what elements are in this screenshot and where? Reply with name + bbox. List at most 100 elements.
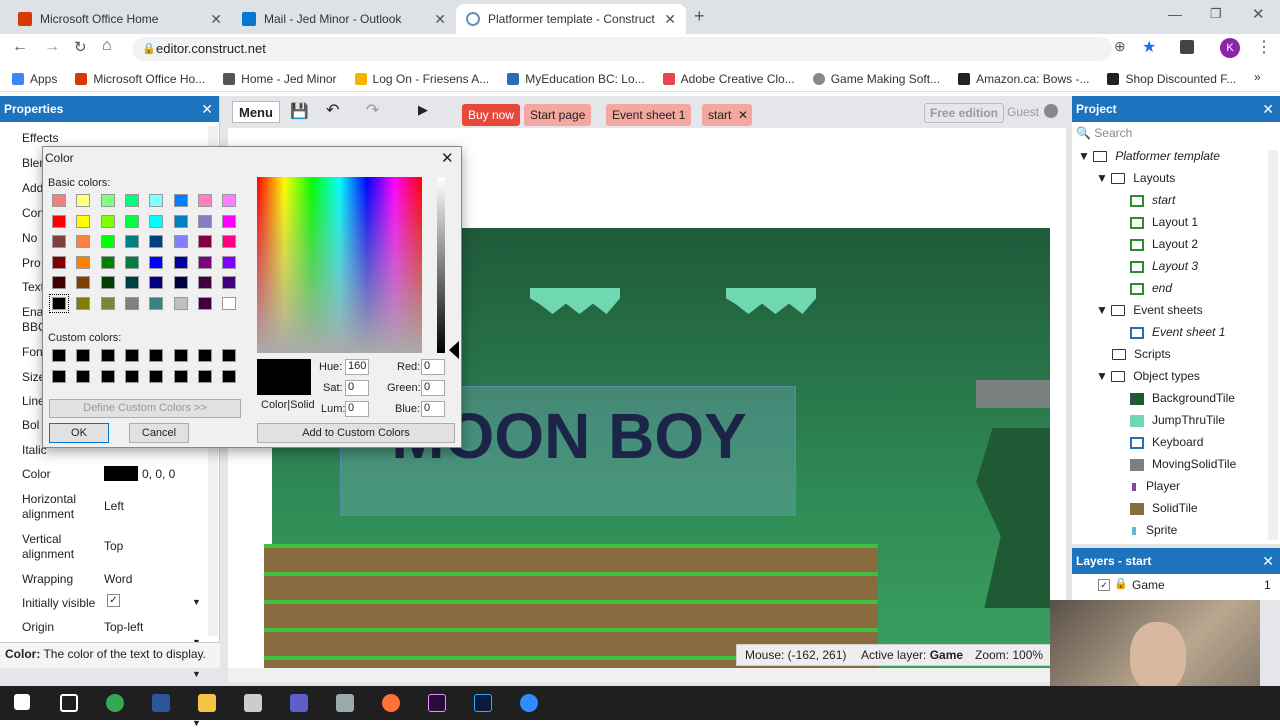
basic-color-swatch[interactable] [124, 194, 139, 207]
add-icon[interactable]: ⊕ [1114, 38, 1126, 55]
halign-select[interactable]: Left [104, 499, 124, 513]
close-icon[interactable]: ✕ [441, 149, 454, 167]
basic-color-swatch[interactable] [124, 296, 139, 310]
tree-item-layout2[interactable]: Layout 2 [1130, 237, 1198, 251]
basic-color-swatch[interactable] [76, 296, 91, 310]
tree-object[interactable]: Player [1130, 479, 1180, 493]
layer-visible-checkbox[interactable]: ✓ [1098, 579, 1110, 591]
app-icon[interactable] [244, 694, 262, 712]
basic-color-swatch[interactable] [222, 235, 237, 248]
tree-scripts[interactable]: Scripts [1112, 347, 1171, 361]
word-icon[interactable] [152, 694, 170, 712]
basic-color-swatch[interactable] [173, 296, 188, 310]
chevron-down-icon[interactable]: ▼ [192, 597, 201, 607]
basic-color-swatch[interactable] [124, 255, 139, 269]
forward-icon[interactable]: → [44, 38, 60, 56]
define-custom-colors-button[interactable]: Define Custom Colors >> [49, 399, 241, 418]
undo-icon[interactable]: ↶ [326, 100, 339, 120]
basic-color-swatch[interactable] [52, 214, 66, 228]
basic-color-swatch[interactable] [222, 194, 237, 207]
premiere-icon[interactable] [428, 694, 446, 712]
luminance-arrow-icon[interactable] [449, 341, 459, 359]
red-input[interactable]: 0 [421, 359, 445, 375]
tree-object[interactable]: MovingSolidTile [1130, 457, 1236, 471]
basic-color-swatch[interactable] [100, 255, 115, 269]
close-icon[interactable]: ✕ [664, 11, 676, 28]
browser-tab-office[interactable]: Microsoft Office Home ✕ [8, 4, 232, 34]
basic-color-swatch[interactable] [149, 276, 164, 289]
tree-item-start[interactable]: start [1130, 193, 1175, 207]
custom-color-swatch[interactable] [173, 369, 188, 383]
custom-color-swatch[interactable] [197, 349, 212, 362]
basic-color-swatch[interactable] [197, 296, 212, 310]
kebab-menu-icon[interactable]: ⋮ [1256, 37, 1272, 57]
restore-button[interactable]: ❐ [1210, 6, 1222, 22]
basic-color-swatch[interactable] [149, 194, 164, 207]
moving-solid-tile[interactable] [976, 380, 1050, 408]
basic-color-swatch[interactable] [173, 235, 188, 248]
task-view-icon[interactable] [60, 694, 78, 712]
blue-input[interactable]: 0 [421, 401, 445, 417]
browser-tab-construct[interactable]: Platformer template - Construct ✕ [456, 4, 686, 34]
custom-color-swatch[interactable] [76, 349, 91, 362]
cancel-button[interactable]: Cancel [129, 423, 189, 443]
app-icon[interactable] [336, 694, 354, 712]
close-icon[interactable]: ✕ [210, 11, 222, 28]
tree-item-layout3[interactable]: Layout 3 [1130, 259, 1198, 273]
basic-color-swatch[interactable] [197, 276, 212, 289]
basic-color-swatch[interactable] [100, 235, 115, 248]
lum-input[interactable]: 0 [345, 401, 369, 417]
profile-avatar[interactable]: K [1220, 38, 1240, 58]
basic-color-swatch[interactable] [124, 276, 139, 289]
basic-color-swatch[interactable] [124, 235, 139, 248]
hue-input[interactable]: 160 [345, 359, 369, 375]
tree-eventsheets[interactable]: ▼ Event sheets [1096, 303, 1203, 317]
browser-tab-mail[interactable]: Mail - Jed Minor - Outlook ✕ [232, 4, 456, 34]
bookmark-apps[interactable]: Apps [12, 72, 57, 86]
color-spectrum[interactable] [257, 177, 422, 353]
url-field[interactable]: 🔒 editor.construct.net [132, 37, 1112, 61]
project-search[interactable]: 🔍 Search [1076, 126, 1132, 140]
custom-color-swatch[interactable] [52, 369, 66, 383]
bookmark-myeducation[interactable]: MyEducation BC: Lo... [507, 72, 645, 86]
layer-game[interactable]: Game [1132, 578, 1165, 592]
play-icon[interactable]: ▶ [418, 102, 428, 118]
tree-layouts[interactable]: ▼ Layouts [1096, 171, 1175, 185]
basic-color-swatch[interactable] [76, 235, 91, 248]
windows-start-icon[interactable] [14, 694, 30, 710]
custom-color-swatch[interactable] [222, 349, 237, 362]
tree-object[interactable]: JumpThruTile [1130, 413, 1225, 427]
basic-color-swatch[interactable] [173, 194, 188, 207]
basic-color-swatch[interactable] [149, 214, 164, 228]
close-icon[interactable]: ✕ [434, 11, 446, 28]
firefox-icon[interactable] [382, 694, 400, 712]
wrapping-select[interactable]: Word [104, 572, 132, 586]
close-icon[interactable]: ✕ [1262, 548, 1274, 574]
visible-checkbox[interactable]: ✓ [107, 594, 120, 607]
bookmark-home[interactable]: Home - Jed Minor [223, 72, 337, 86]
zoom-icon[interactable] [520, 694, 538, 712]
basic-color-swatch[interactable] [76, 276, 91, 289]
custom-color-swatch[interactable] [52, 349, 66, 362]
basic-color-swatch[interactable] [124, 214, 139, 228]
lock-icon[interactable]: 🔒 [1114, 577, 1128, 590]
valign-select[interactable]: Top [104, 539, 123, 553]
origin-select[interactable]: Top-left [104, 620, 143, 634]
tree-root[interactable]: ▼ Platformer template [1078, 149, 1220, 163]
user-icon[interactable] [1044, 104, 1058, 118]
custom-color-swatch[interactable] [100, 349, 115, 362]
photoshop-icon[interactable] [474, 694, 492, 712]
back-icon[interactable]: ← [12, 38, 28, 56]
extension-icon[interactable] [1180, 40, 1194, 54]
basic-color-swatch[interactable] [222, 276, 237, 289]
buy-now-button[interactable]: Buy now [462, 104, 521, 126]
tree-item-end[interactable]: end [1130, 281, 1172, 295]
close-icon[interactable]: ✕ [1262, 96, 1274, 122]
tree-object[interactable]: SolidTile [1130, 501, 1198, 515]
basic-color-swatch[interactable] [49, 293, 69, 313]
basic-color-swatch[interactable] [100, 214, 115, 228]
custom-color-swatch[interactable] [149, 349, 164, 362]
basic-color-swatch[interactable] [149, 255, 164, 269]
bookmark-office[interactable]: Microsoft Office Ho... [75, 72, 205, 86]
basic-color-swatch[interactable] [100, 296, 115, 310]
